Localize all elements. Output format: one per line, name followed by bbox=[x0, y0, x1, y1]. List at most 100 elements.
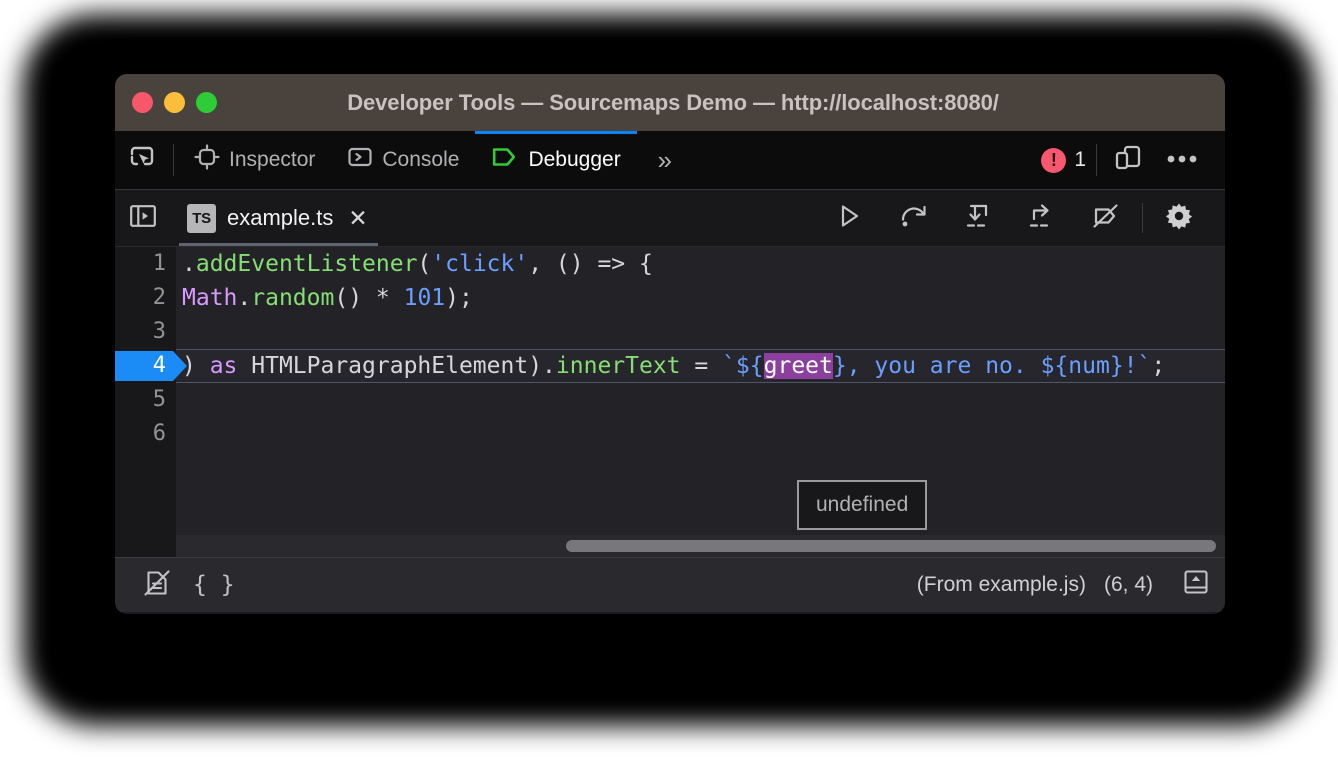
tab-inspector-label: Inspector bbox=[229, 148, 315, 172]
window-title: Developer Tools — Sourcemaps Demo — http… bbox=[217, 90, 1225, 116]
toolbar-right-divider bbox=[1096, 144, 1097, 176]
toggle-sources-panel-button[interactable] bbox=[115, 190, 171, 246]
step-out-button[interactable] bbox=[1010, 190, 1074, 247]
code-token: HTMLParagraphElement) bbox=[237, 353, 542, 379]
inspector-icon bbox=[194, 144, 220, 176]
deactivate-breakpoints-button[interactable] bbox=[1074, 190, 1138, 247]
horizontal-scrollbar-thumb[interactable] bbox=[566, 540, 1216, 552]
gear-icon bbox=[1164, 201, 1194, 236]
split-console-button[interactable] bbox=[1179, 568, 1213, 602]
crossed-tag-icon bbox=[1091, 202, 1121, 235]
code-token: = bbox=[681, 353, 723, 379]
code-token: random bbox=[251, 285, 334, 311]
code-line: 2Math.random() * 101); bbox=[115, 281, 1225, 315]
pretty-print-button[interactable]: { } bbox=[181, 572, 247, 598]
code-token: . bbox=[182, 251, 196, 277]
step-in-button[interactable] bbox=[946, 190, 1010, 247]
devtools-toolbar: Inspector Console bbox=[115, 131, 1225, 190]
code-token: . bbox=[542, 353, 556, 379]
code-token: addEventListener bbox=[196, 251, 418, 277]
source-code-viewer[interactable]: 1.addEventListener('click', () => {2Math… bbox=[115, 247, 1225, 557]
error-count-badge[interactable]: ! 1 bbox=[1035, 148, 1092, 173]
code-line: 5 bbox=[115, 383, 1225, 417]
code-token: 101 bbox=[404, 285, 446, 311]
code-token: }, you are no. ${num}!` bbox=[833, 353, 1152, 379]
maximize-window-button[interactable] bbox=[196, 92, 217, 113]
tab-console-label: Console bbox=[382, 148, 459, 172]
chevron-double-right-icon: » bbox=[657, 145, 671, 176]
debugger-settings-button[interactable] bbox=[1147, 190, 1211, 247]
line-number[interactable]: 3 bbox=[115, 315, 176, 349]
file-tab-example-ts[interactable]: TS example.ts ✕ bbox=[171, 190, 386, 246]
responsive-design-mode-button[interactable] bbox=[1101, 144, 1155, 177]
step-in-icon bbox=[963, 202, 993, 235]
debugger-controls bbox=[818, 190, 1225, 246]
error-icon: ! bbox=[1041, 148, 1066, 173]
code-token: , () => { bbox=[528, 251, 653, 277]
code-lines: 1.addEventListener('click', () => {2Math… bbox=[115, 247, 1225, 451]
split-console-icon bbox=[1183, 569, 1209, 601]
code-token: Math bbox=[182, 285, 237, 311]
code-token: ( bbox=[417, 251, 431, 277]
tab-debugger-label: Debugger bbox=[528, 148, 620, 172]
code-token: 'click' bbox=[431, 251, 528, 277]
crossed-out-document-icon bbox=[143, 569, 171, 602]
element-picker-button[interactable] bbox=[115, 131, 169, 189]
code-token: . bbox=[237, 285, 251, 311]
horizontal-scrollbar[interactable] bbox=[176, 535, 1225, 557]
title-bar: Developer Tools — Sourcemaps Demo — http… bbox=[115, 74, 1225, 131]
line-content: .addEventListener('click', () => { bbox=[176, 247, 653, 281]
tab-debugger[interactable]: Debugger bbox=[475, 131, 636, 189]
status-bar-right: (From example.js) (6, 4) bbox=[917, 568, 1213, 602]
console-icon bbox=[347, 144, 373, 176]
toolbar-divider bbox=[173, 144, 174, 176]
debugger-controls-divider bbox=[1142, 203, 1143, 233]
responsive-design-mode-icon bbox=[1113, 144, 1143, 177]
value-preview-tooltip: undefined bbox=[797, 480, 927, 530]
step-over-button[interactable] bbox=[882, 190, 946, 247]
toggle-sources-panel-icon bbox=[129, 204, 157, 233]
line-number[interactable]: 2 bbox=[115, 281, 176, 315]
code-token: () bbox=[334, 285, 376, 311]
code-token: `${ bbox=[722, 353, 764, 379]
step-out-icon bbox=[1027, 202, 1057, 235]
toolbar-right-group: ! 1 bbox=[1035, 131, 1225, 189]
meatballs-menu-icon bbox=[1167, 151, 1197, 169]
screenshot-root: Developer Tools — Sourcemaps Demo — http… bbox=[0, 0, 1338, 764]
step-over-icon bbox=[899, 202, 929, 235]
debugger-tag-icon bbox=[491, 144, 519, 176]
code-token: ); bbox=[445, 285, 473, 311]
code-token: ; bbox=[1151, 353, 1165, 379]
code-line: 3 bbox=[115, 315, 1225, 349]
traffic-light-buttons bbox=[132, 92, 217, 113]
toolbar-overflow-button[interactable]: » bbox=[637, 131, 693, 189]
cursor-position-label: (6, 4) bbox=[1104, 573, 1153, 597]
resume-button[interactable] bbox=[818, 190, 882, 247]
line-content: Math.random() * 101); bbox=[176, 281, 473, 315]
close-file-tab-button[interactable]: ✕ bbox=[344, 207, 371, 230]
devtools-menu-button[interactable] bbox=[1155, 151, 1209, 169]
code-line: 6 bbox=[115, 417, 1225, 451]
source-map-toggle-button[interactable] bbox=[133, 563, 181, 607]
code-token: ) bbox=[182, 353, 210, 379]
tab-inspector[interactable]: Inspector bbox=[178, 131, 331, 189]
error-count-label: 1 bbox=[1074, 148, 1086, 172]
editor-status-bar: { } (From example.js) (6, 4) bbox=[115, 557, 1225, 612]
code-token: innerText bbox=[556, 353, 681, 379]
line-number[interactable]: 1 bbox=[115, 247, 176, 281]
play-icon bbox=[837, 202, 863, 235]
code-line: 1.addEventListener('click', () => { bbox=[115, 247, 1225, 281]
line-number[interactable]: 6 bbox=[115, 417, 176, 451]
line-number[interactable]: 4 bbox=[115, 349, 176, 383]
minimize-window-button[interactable] bbox=[164, 92, 185, 113]
tab-console[interactable]: Console bbox=[331, 131, 475, 189]
tooltip-value: undefined bbox=[816, 493, 908, 516]
file-tab-label: example.ts bbox=[227, 205, 333, 231]
code-line-paused: 4) as HTMLParagraphElement).innerText = … bbox=[115, 349, 1225, 383]
line-number[interactable]: 5 bbox=[115, 383, 176, 417]
close-window-button[interactable] bbox=[132, 92, 153, 113]
code-token: * bbox=[376, 285, 390, 311]
selected-token[interactable]: greet bbox=[764, 353, 833, 379]
toolbar-left-group: Inspector Console bbox=[115, 131, 693, 189]
code-token bbox=[390, 285, 404, 311]
